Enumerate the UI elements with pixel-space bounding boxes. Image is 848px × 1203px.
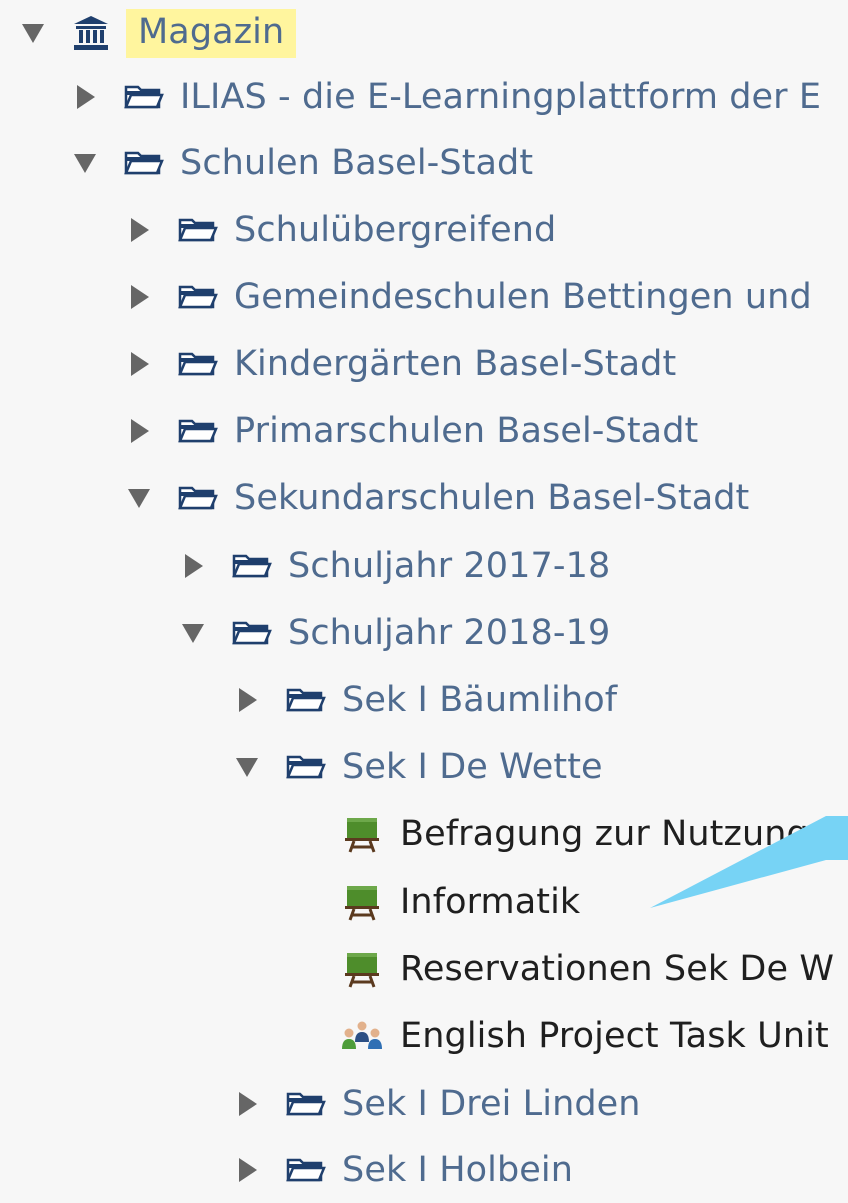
collapse-toggle-icon[interactable] — [70, 148, 100, 178]
course-icon — [340, 949, 384, 989]
repository-icon — [72, 15, 110, 51]
expand-toggle-icon[interactable] — [124, 215, 154, 245]
expand-toggle-icon[interactable] — [178, 551, 208, 581]
folder-icon — [124, 83, 164, 111]
tree-item-label[interactable]: Sek I Bäumlihof — [342, 682, 617, 718]
expand-toggle-icon[interactable] — [124, 416, 154, 446]
tree-item-label[interactable]: Reservationen Sek De W — [400, 951, 834, 987]
tree-item-reservationen[interactable]: Reservationen Sek De W — [286, 936, 834, 1002]
tree-item-sek-i-de-wette[interactable]: Sek I De Wette — [232, 734, 603, 800]
expand-toggle-icon[interactable] — [124, 349, 154, 379]
tree-item-sekundarschulen[interactable]: Sekundarschulen Basel-Stadt — [124, 465, 749, 531]
tree-root-label[interactable]: Magazin — [126, 8, 297, 58]
tree-item-label[interactable]: Sek I Drei Linden — [342, 1086, 641, 1122]
tree-item-label[interactable]: Schuljahr 2018-19 — [288, 615, 610, 651]
expand-toggle-icon[interactable] — [124, 282, 154, 312]
tree-item-label[interactable]: Schuljahr 2017-18 — [288, 548, 610, 584]
tree-item-label[interactable]: Gemeindeschulen Bettingen und — [234, 279, 812, 315]
folder-icon — [178, 484, 218, 512]
collapse-toggle-icon[interactable] — [124, 483, 154, 513]
tree-item-schuljahr-2018-19[interactable]: Schuljahr 2018-19 — [178, 600, 610, 666]
folder-icon — [232, 552, 272, 580]
tree-item-schuluebergreifend[interactable]: Schulübergreifend — [124, 197, 556, 263]
tree-item-label[interactable]: Kindergärten Basel-Stadt — [234, 346, 676, 382]
expand-toggle-icon[interactable] — [232, 685, 262, 715]
tree-item-label[interactable]: Befragung zur Nutzung — [400, 816, 809, 852]
tree-item-label[interactable]: English Project Task Unit — [400, 1018, 829, 1054]
tree-item-label[interactable]: Informatik — [400, 884, 580, 920]
folder-icon — [286, 1090, 326, 1118]
expand-toggle-icon[interactable] — [70, 82, 100, 112]
tree-item-label[interactable]: Sek I Holbein — [342, 1152, 573, 1188]
folder-icon — [286, 686, 326, 714]
folder-icon — [178, 417, 218, 445]
tree-item-label[interactable]: ILIAS - die E-Learningplattform der E — [180, 79, 821, 115]
course-icon — [340, 814, 384, 854]
tree-item-informatik[interactable]: Informatik — [286, 869, 580, 935]
folder-icon — [178, 350, 218, 378]
tree-item-label[interactable]: Schulen Basel-Stadt — [180, 145, 533, 181]
folder-icon — [286, 753, 326, 781]
collapse-toggle-icon[interactable] — [178, 618, 208, 648]
tree-item-befragung[interactable]: Befragung zur Nutzung — [286, 801, 809, 867]
folder-icon — [124, 149, 164, 177]
expand-toggle-icon[interactable] — [232, 1155, 262, 1185]
repository-tree: Magazin ILIAS - die E-Learningplattform … — [0, 0, 848, 1192]
folder-icon — [286, 1156, 326, 1184]
tree-item-label[interactable]: Sek I De Wette — [342, 749, 603, 785]
collapse-toggle-icon[interactable] — [18, 18, 48, 48]
tree-item-label[interactable]: Schulübergreifend — [234, 212, 556, 248]
group-icon — [340, 1020, 384, 1052]
tree-item-label[interactable]: Sekundarschulen Basel-Stadt — [234, 480, 749, 516]
tree-item-primarschulen[interactable]: Primarschulen Basel-Stadt — [124, 398, 698, 464]
course-icon — [340, 882, 384, 922]
tree-item-english-project[interactable]: English Project Task Unit — [286, 1003, 829, 1069]
tree-item-label[interactable]: Primarschulen Basel-Stadt — [234, 413, 698, 449]
tree-item-sek-i-baeumlihof[interactable]: Sek I Bäumlihof — [232, 667, 617, 733]
expand-toggle-icon[interactable] — [232, 1089, 262, 1119]
tree-item-gemeindeschulen[interactable]: Gemeindeschulen Bettingen und — [124, 264, 812, 330]
folder-icon — [178, 283, 218, 311]
collapse-toggle-icon[interactable] — [232, 752, 262, 782]
tree-item-sek-i-drei-linden[interactable]: Sek I Drei Linden — [232, 1071, 641, 1137]
tree-item-ilias[interactable]: ILIAS - die E-Learningplattform der E — [70, 64, 821, 130]
tree-root-magazin[interactable]: Magazin — [18, 0, 297, 66]
tree-item-sek-i-holbein[interactable]: Sek I Holbein — [232, 1137, 573, 1203]
tree-item-schulen-basel-stadt[interactable]: Schulen Basel-Stadt — [70, 130, 533, 196]
tree-item-kindergaerten[interactable]: Kindergärten Basel-Stadt — [124, 331, 676, 397]
folder-icon — [178, 216, 218, 244]
folder-icon — [232, 619, 272, 647]
tree-item-schuljahr-2017-18[interactable]: Schuljahr 2017-18 — [178, 533, 610, 599]
